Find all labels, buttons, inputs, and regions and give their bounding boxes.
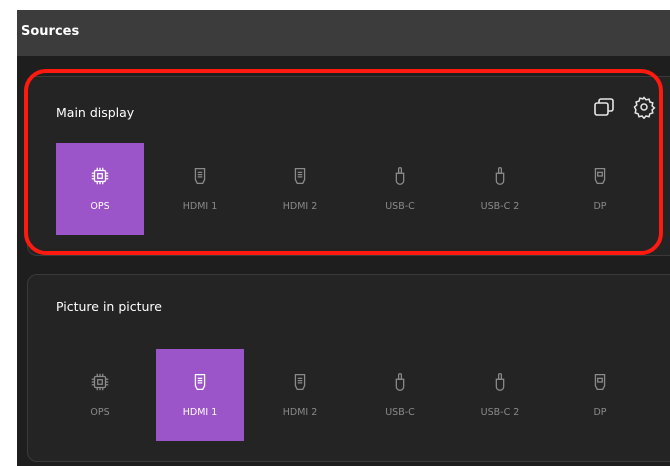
displayport-icon <box>589 371 611 393</box>
page-title: Sources <box>21 24 80 39</box>
hdmi-icon <box>189 371 211 393</box>
header-bar: Sources <box>17 10 670 56</box>
sources-app: Sources Main display OPS HDMI 1 HDMI 2 USB-… <box>17 10 670 466</box>
source-label: HDMI 2 <box>282 407 318 418</box>
main-display-title: Main display <box>56 105 135 120</box>
source-label: HDMI 1 <box>182 201 218 212</box>
windows-icon[interactable] <box>592 95 616 119</box>
source-label: USB-C <box>385 201 415 212</box>
displayport-icon <box>589 165 611 187</box>
pip-title: Picture in picture <box>56 299 162 314</box>
source-tile-dp[interactable]: DP <box>556 349 644 441</box>
hdmi-icon <box>189 165 211 187</box>
hdmi-icon <box>289 371 311 393</box>
chip-icon <box>89 165 111 187</box>
source-tile-hdmi-1[interactable]: HDMI 1 <box>156 143 244 235</box>
usb-c-icon <box>489 371 511 393</box>
source-label: OPS <box>90 407 110 418</box>
pip-panel: Picture in picture OPS HDMI 1 HDMI 2 USB-C U… <box>27 274 670 462</box>
source-label: USB-C 2 <box>480 407 520 418</box>
source-label: USB-C <box>385 407 415 418</box>
source-tile-usb-c[interactable]: USB-C <box>356 349 444 441</box>
usb-c-icon <box>389 371 411 393</box>
hdmi-icon <box>289 165 311 187</box>
source-label: DP <box>593 201 607 212</box>
source-tile-hdmi-2[interactable]: HDMI 2 <box>256 143 344 235</box>
source-label: OPS <box>90 201 110 212</box>
main-display-panel: Main display OPS HDMI 1 HDMI 2 USB-C USB-C 2… <box>27 76 670 256</box>
source-tile-hdmi-1[interactable]: HDMI 1 <box>156 349 244 441</box>
source-tile-usb-c[interactable]: USB-C <box>356 143 444 235</box>
chip-icon <box>89 371 111 393</box>
source-label: USB-C 2 <box>480 201 520 212</box>
source-label: DP <box>593 407 607 418</box>
source-tile-usb-c-2[interactable]: USB-C 2 <box>456 349 544 441</box>
source-tile-usb-c-2[interactable]: USB-C 2 <box>456 143 544 235</box>
usb-c-icon <box>489 165 511 187</box>
source-tile-dp[interactable]: DP <box>556 143 644 235</box>
source-tile-ops[interactable]: OPS <box>56 349 144 441</box>
gear-icon[interactable] <box>632 95 656 119</box>
pip-sources: OPS HDMI 1 HDMI 2 USB-C USB-C 2 DP <box>56 349 670 441</box>
usb-c-icon <box>389 165 411 187</box>
source-label: HDMI 1 <box>182 407 218 418</box>
source-tile-hdmi-2[interactable]: HDMI 2 <box>256 349 344 441</box>
main-display-sources: OPS HDMI 1 HDMI 2 USB-C USB-C 2 DP <box>56 143 670 235</box>
source-label: HDMI 2 <box>282 201 318 212</box>
source-tile-ops[interactable]: OPS <box>56 143 144 235</box>
